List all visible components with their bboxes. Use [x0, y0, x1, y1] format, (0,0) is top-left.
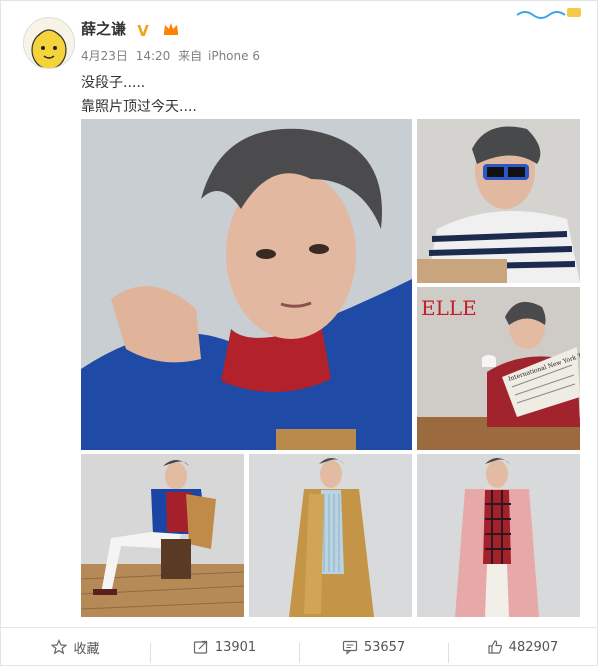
comment-icon [342, 640, 357, 655]
portrait-image [417, 119, 580, 283]
magazine-logo: ELLE [421, 296, 477, 320]
portrait-image [81, 454, 244, 617]
post-meta: 4月23日 14:20 来自 iPhone 6 [81, 47, 264, 64]
photo-main-portrait[interactable] [81, 119, 412, 450]
repost-count: 13901 [214, 639, 257, 655]
post-date[interactable]: 4月23日 [81, 49, 128, 63]
avatar[interactable] [23, 17, 75, 69]
photo-pink-coat[interactable] [417, 454, 580, 617]
photo-chair[interactable] [81, 454, 244, 617]
author-name[interactable]: 薛之谦 [81, 20, 126, 38]
weibo-post-card: 薛之谦 V 4月23日 14:20 来自 iPhone 6 没段子..... 靠… [0, 0, 598, 666]
post-text-line: 没段子..... [81, 75, 146, 91]
post-time[interactable]: 14:20 [136, 49, 171, 63]
star-icon [51, 639, 68, 655]
comment-button[interactable]: 53657 [299, 639, 448, 663]
portrait-image [417, 454, 580, 617]
action-bar: 收藏 13901 53657 482907 [1, 627, 597, 666]
like-icon [488, 640, 502, 654]
repost-button[interactable]: 13901 [150, 639, 299, 663]
portrait-image [81, 119, 412, 450]
like-button[interactable]: 482907 [448, 639, 597, 663]
photo-newspaper[interactable]: ELLE International New York Times [417, 287, 580, 450]
verified-icon: V [137, 22, 149, 40]
photo-sunglasses[interactable] [417, 119, 580, 283]
portrait-image: ELLE International New York Times [417, 287, 580, 450]
portrait-image [249, 454, 412, 617]
author-name-row: 薛之谦 V [81, 18, 180, 39]
cartoon-avatar-icon [24, 18, 74, 68]
post-text-line: 靠照片顶过今天.... [81, 99, 197, 115]
decorative-wave-icon [516, 8, 581, 19]
comment-count: 53657 [363, 639, 406, 655]
post-device[interactable]: iPhone 6 [208, 49, 260, 63]
source-prefix: 来自 [178, 49, 203, 63]
favorite-button[interactable]: 收藏 [1, 638, 150, 657]
photo-camel-coat[interactable] [249, 454, 412, 617]
favorite-label: 收藏 [73, 641, 100, 657]
like-count: 482907 [508, 639, 559, 655]
repost-icon [193, 640, 207, 654]
post-text: 没段子..... 靠照片顶过今天.... [81, 71, 197, 119]
member-crown-icon[interactable] [162, 20, 180, 36]
